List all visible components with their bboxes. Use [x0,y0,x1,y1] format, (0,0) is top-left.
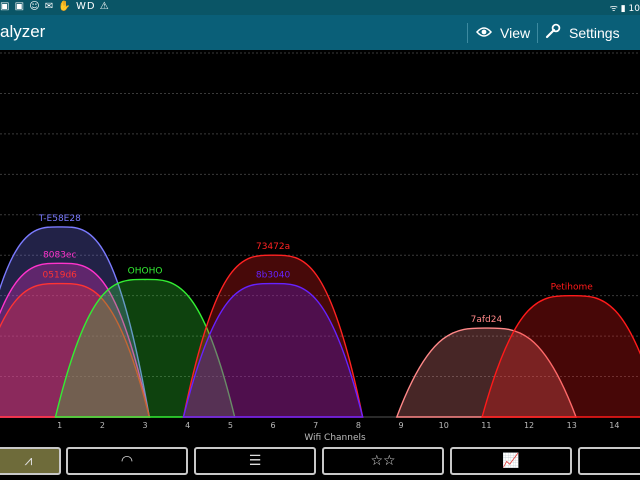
network-label: 7afd24 [471,315,503,325]
x-tick-label: 9 [399,421,404,430]
network-label: 8b3040 [256,271,291,281]
tab-more[interactable] [578,447,640,475]
signal-meter-icon: ◠ [120,453,134,469]
action-bar: alyzer View Settings [0,15,640,50]
view-button[interactable]: View [476,15,530,50]
x-tick-label: 3 [143,421,148,430]
wrench-icon [545,23,561,42]
signal-curve [182,282,364,418]
network-label: Petihome [551,283,594,293]
x-tick-label: 2 [100,421,105,430]
eye-icon [476,25,492,41]
x-axis-label: Wifi Channels [304,433,366,443]
x-tick-label: 8 [356,421,361,430]
status-bar: ▣ ▣ ☺ ✉ ✋ WD ⚠ ᯤ ▮ 10 [0,0,640,15]
system-status-icons: ᯤ ▮ 10 [609,4,640,14]
network-label: 8083ec [43,250,76,260]
notification-icons: ▣ ▣ ☺ ✉ ✋ WD ⚠ [0,1,110,12]
view-label: View [500,24,531,41]
tab-signal-meter[interactable]: ◠ [66,447,188,475]
x-tick-label: 1 [57,421,62,430]
stars-icon: ☆☆ [370,453,396,469]
tab-time-graph[interactable]: 📈 [450,447,572,475]
x-tick-label: 4 [185,421,190,430]
x-tick-label: 6 [271,421,276,430]
x-tick-label: 14 [609,421,619,430]
time-graph-icon: 📈 [502,453,520,469]
settings-button[interactable]: Settings [545,15,620,50]
network-label: OHOHO [128,266,163,276]
x-tick-label: 7 [313,421,318,430]
tab-channel-graph[interactable]: ⩘ [0,447,61,475]
channel-graph-icon: ⩘ [24,453,33,469]
network-label: 73472a [256,242,290,252]
bottom-tab-bar: ⩘ ◠ ☰ ☆☆ 📈 [0,445,640,480]
signal-curve [481,294,640,418]
network-label: 0519d6 [43,271,78,281]
channel-graph: T-E58E28 8083ec 0519d6 OHOHO 73472a 8b3040 7af… [0,52,640,443]
tab-ap-list[interactable]: ☰ [194,447,316,475]
tab-channel-rating[interactable]: ☆☆ [322,447,444,475]
list-icon: ☰ [248,453,262,469]
network-label: T-E58E28 [38,214,81,224]
x-tick-label: 5 [228,421,233,430]
x-tick-label: 12 [524,421,534,430]
action-divider [467,23,468,43]
x-axis-ticks: 1 2 3 4 5 6 7 8 9 10 11 12 13 14 [57,421,619,430]
x-tick-label: 10 [439,421,449,430]
settings-label: Settings [569,24,620,41]
app-title: alyzer [0,22,46,41]
x-tick-label: 13 [567,421,577,430]
action-divider [537,23,538,43]
x-tick-label: 11 [481,421,491,430]
